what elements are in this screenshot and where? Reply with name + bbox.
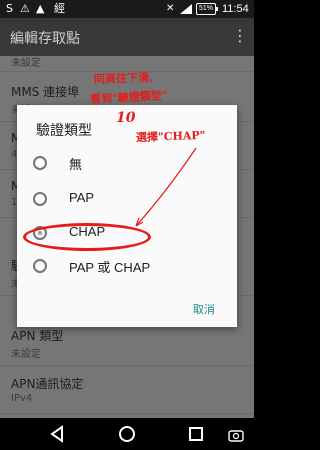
back-icon[interactable] [48,424,68,444]
recents-icon[interactable] [186,424,206,444]
home-icon[interactable] [117,424,137,444]
annotation-arrow [135,147,197,227]
screenshot-icon[interactable] [228,428,244,442]
navigation-bar [0,418,254,450]
